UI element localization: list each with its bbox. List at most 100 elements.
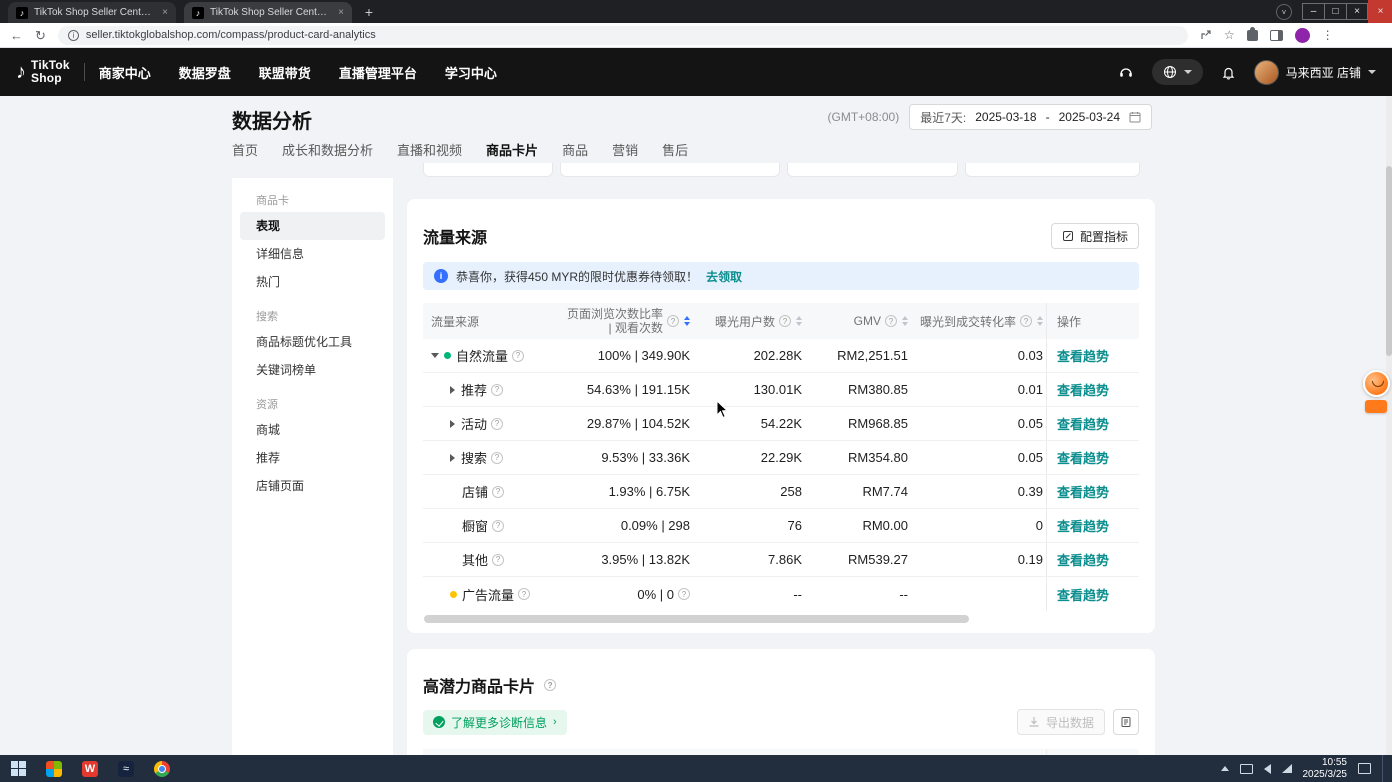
side-panel-icon[interactable] bbox=[1270, 30, 1283, 41]
sidebar-item-recommend[interactable]: 推荐 bbox=[240, 444, 385, 472]
info-icon[interactable] bbox=[492, 486, 504, 498]
app-close-button[interactable] bbox=[1368, 0, 1392, 23]
info-icon[interactable] bbox=[885, 315, 897, 327]
view-trend-link[interactable]: 查看趋势 bbox=[1057, 414, 1109, 433]
info-icon[interactable] bbox=[678, 588, 690, 600]
maximize-button[interactable] bbox=[1324, 3, 1346, 20]
wps-icon: W bbox=[82, 761, 98, 777]
tray-volume-icon[interactable] bbox=[1264, 764, 1271, 774]
support-headset-icon[interactable] bbox=[1118, 64, 1134, 80]
taskbar-app-media[interactable]: ≈ bbox=[108, 755, 144, 782]
sidebar-item-performance[interactable]: 表现 bbox=[240, 212, 385, 240]
logo-line1: TikTok bbox=[31, 58, 70, 72]
info-icon[interactable] bbox=[779, 315, 791, 327]
taskbar-clock[interactable]: 10:55 2025/3/25 bbox=[1303, 757, 1348, 781]
view-trend-link[interactable]: 查看趋势 bbox=[1057, 380, 1109, 399]
nav-affiliate[interactable]: 联盟带货 bbox=[259, 63, 311, 82]
chevron-down-icon bbox=[1184, 70, 1192, 74]
scrollbar-thumb[interactable] bbox=[424, 615, 969, 623]
sidebar-item-title-optimizer[interactable]: 商品标题优化工具 bbox=[240, 328, 385, 356]
show-desktop-button[interactable] bbox=[1382, 755, 1387, 782]
export-data-button[interactable]: 导出数据 bbox=[1017, 709, 1105, 735]
tray-display-icon[interactable] bbox=[1240, 764, 1253, 774]
reload-button[interactable] bbox=[35, 29, 46, 42]
taskbar-app-chrome[interactable] bbox=[144, 755, 180, 782]
configure-metrics-button[interactable]: 配置指标 bbox=[1051, 223, 1139, 249]
view-trend-link[interactable]: 查看趋势 bbox=[1057, 482, 1109, 501]
browser-tab-2[interactable]: ♪ TikTok Shop Seller Center | Cra bbox=[184, 2, 352, 23]
info-icon[interactable] bbox=[518, 588, 530, 600]
col-gmv[interactable]: GMV bbox=[802, 314, 908, 328]
expand-caret-icon[interactable] bbox=[450, 386, 455, 394]
info-icon[interactable] bbox=[544, 679, 556, 691]
sidebar-item-trending[interactable]: 热门 bbox=[240, 268, 385, 296]
view-trend-link[interactable]: 查看趋势 bbox=[1057, 516, 1109, 535]
sidebar-item-details[interactable]: 详细信息 bbox=[240, 240, 385, 268]
view-trend-link[interactable]: 查看趋势 bbox=[1057, 448, 1109, 467]
nav-seller-center[interactable]: 商家中心 bbox=[99, 63, 151, 82]
minimize-button[interactable] bbox=[1302, 3, 1324, 20]
browser-profile-avatar[interactable] bbox=[1295, 28, 1310, 43]
info-icon[interactable] bbox=[491, 384, 503, 396]
browser-tab-1[interactable]: ♪ TikTok Shop Seller Center | Cr bbox=[8, 2, 176, 23]
nav-live-platform[interactable]: 直播管理平台 bbox=[339, 63, 417, 82]
expand-caret-icon[interactable] bbox=[450, 420, 455, 428]
expand-caret-icon[interactable] bbox=[450, 454, 455, 462]
page-scrollbar[interactable] bbox=[1386, 96, 1392, 755]
info-icon[interactable] bbox=[492, 520, 504, 532]
address-bar[interactable]: i seller.tiktokglobalshop.com/compass/pr… bbox=[58, 26, 1188, 45]
info-icon[interactable] bbox=[1020, 315, 1032, 327]
info-icon[interactable] bbox=[512, 350, 524, 362]
taskbar-app-wps[interactable]: W bbox=[72, 755, 108, 782]
tray-network-icon[interactable] bbox=[1282, 764, 1292, 773]
sidebar-item-shop-page[interactable]: 店铺页面 bbox=[240, 472, 385, 500]
promo-tag-icon[interactable] bbox=[1365, 400, 1387, 413]
tray-expand-icon[interactable] bbox=[1221, 766, 1229, 771]
account-menu[interactable]: 马来西亚 店铺 bbox=[1254, 60, 1376, 85]
export-records-button[interactable] bbox=[1113, 709, 1139, 735]
tiktok-shop-logo[interactable]: ♪ TikTok Shop bbox=[16, 59, 70, 85]
mascot-icon[interactable] bbox=[1363, 370, 1390, 397]
edit-icon bbox=[1062, 230, 1074, 242]
bookmark-star-icon[interactable] bbox=[1224, 28, 1235, 42]
page-scrollbar-thumb[interactable] bbox=[1386, 166, 1392, 356]
extensions-icon[interactable] bbox=[1247, 30, 1258, 41]
collapse-caret-icon[interactable] bbox=[431, 353, 439, 358]
tab-close-icon[interactable] bbox=[162, 7, 168, 18]
claim-coupon-link[interactable]: 去领取 bbox=[706, 268, 742, 285]
sidebar-item-mall[interactable]: 商城 bbox=[240, 416, 385, 444]
info-icon[interactable] bbox=[492, 554, 504, 566]
info-icon[interactable] bbox=[491, 418, 503, 430]
col-cvr[interactable]: 曝光到成交转化率 bbox=[908, 313, 1046, 330]
language-selector[interactable] bbox=[1152, 59, 1203, 85]
tab-home[interactable]: 首页 bbox=[232, 140, 258, 168]
tab-close-icon[interactable] bbox=[338, 7, 344, 18]
tab-growth-analytics[interactable]: 成长和数据分析 bbox=[282, 140, 373, 168]
horizontal-scrollbar[interactable] bbox=[423, 615, 1046, 623]
browser-menu-icon[interactable] bbox=[1322, 28, 1334, 42]
floating-promo-widget[interactable] bbox=[1361, 370, 1391, 413]
share-icon[interactable] bbox=[1200, 29, 1212, 41]
col-users[interactable]: 曝光用户数 bbox=[690, 313, 802, 330]
nav-learning-center[interactable]: 学习中心 bbox=[445, 63, 497, 82]
notification-bell-icon[interactable] bbox=[1221, 65, 1236, 80]
back-button[interactable] bbox=[10, 29, 23, 42]
action-center-icon[interactable] bbox=[1358, 763, 1371, 774]
taskbar-app-colorful[interactable] bbox=[36, 755, 72, 782]
new-tab-button[interactable] bbox=[360, 4, 378, 20]
tab-search-icon[interactable] bbox=[1276, 4, 1292, 20]
sort-icon[interactable] bbox=[1037, 316, 1043, 326]
diagnosis-link[interactable]: 了解更多诊断信息 › bbox=[423, 710, 567, 735]
info-icon[interactable] bbox=[491, 452, 503, 464]
date-range-picker[interactable]: 最近7天: 2025-03-18 - 2025-03-24 bbox=[909, 104, 1152, 130]
start-button[interactable] bbox=[0, 755, 36, 782]
sidebar-item-keyword-ranking[interactable]: 关键词榜单 bbox=[240, 356, 385, 384]
nav-data-compass[interactable]: 数据罗盘 bbox=[179, 63, 231, 82]
col-ratio[interactable]: 页面浏览次数比率 | 观看次数 bbox=[560, 307, 690, 335]
view-trend-link[interactable]: 查看趋势 bbox=[1057, 346, 1109, 365]
view-trend-link[interactable]: 查看趋势 bbox=[1057, 585, 1109, 604]
view-trend-link[interactable]: 查看趋势 bbox=[1057, 550, 1109, 569]
site-info-icon[interactable]: i bbox=[68, 30, 79, 41]
info-icon[interactable] bbox=[667, 315, 679, 327]
close-button[interactable] bbox=[1346, 3, 1368, 20]
